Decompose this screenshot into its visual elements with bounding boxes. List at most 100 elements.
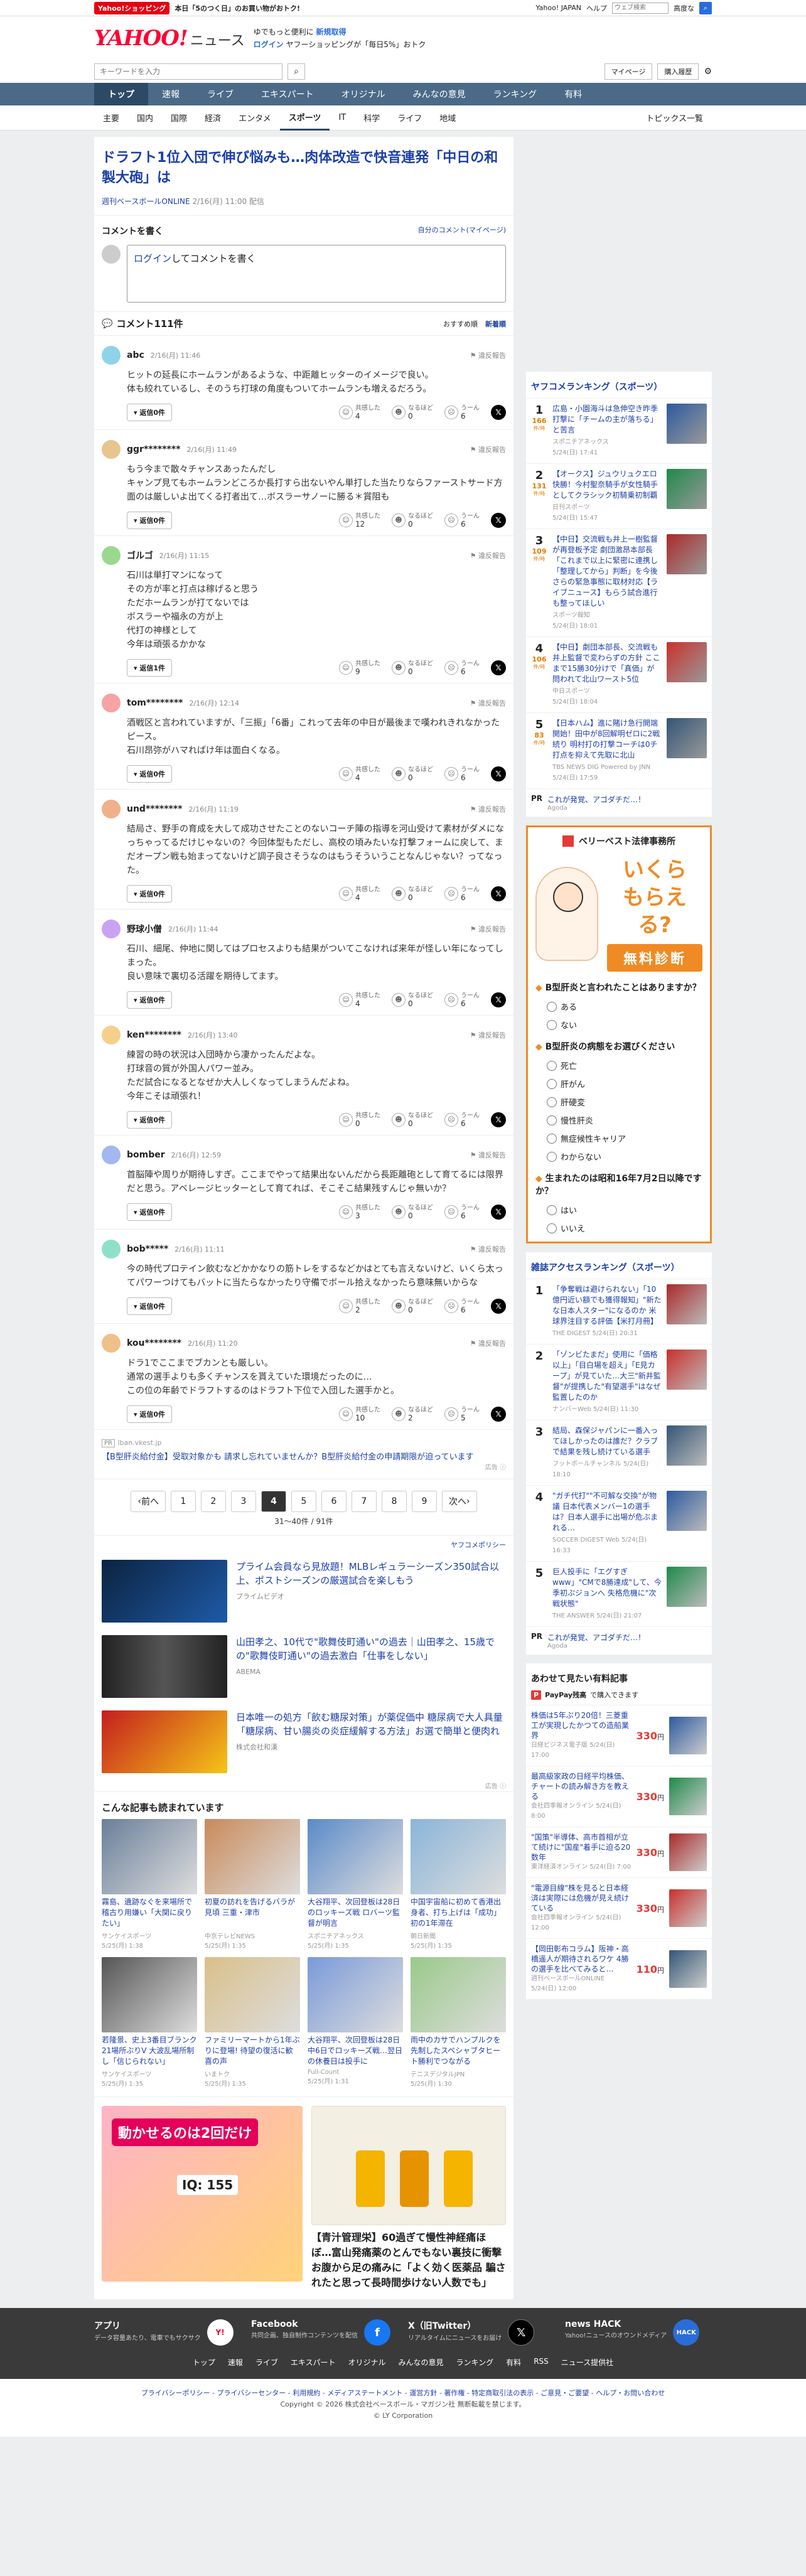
article-title[interactable]: 大谷翔平、次回登板は28日 中6日でロッキーズ戦…翌日の休養日は投手に — [308, 2035, 403, 2068]
ranking-item[interactable]: 3 109 件/時 【中日】交流戦も井上一樹監督が再登板予定 劇団激昂本部長「これまで… — [526, 529, 712, 636]
page-button[interactable]: 5 — [291, 1491, 316, 1512]
advanced-search-link[interactable]: 高度な — [674, 3, 694, 13]
radio-circle[interactable] — [547, 1097, 557, 1107]
footer-link[interactable]: オリジナル — [348, 2357, 386, 2368]
paid-article[interactable]: 【岡田彰布コラム】阪神・高橋遥人が期待されるワケ 4勝の選手を比べてみると… 週刊… — [526, 1938, 712, 1999]
article-source[interactable]: 週刊ベースボールONLINE — [102, 197, 190, 206]
page-button[interactable]: 9 — [412, 1491, 437, 1512]
ranking-item[interactable]: 5 巨人投手に「エグすぎwww」"CMで8勝達成"して、今季初ぷジョンへ 失格危機… — [526, 1561, 712, 1626]
reply-count-button[interactable]: ▾ 返信0件 — [127, 1297, 173, 1315]
article-title[interactable]: 中国宇宙船に初めて香港出身者、打ち上げは「成功」 初の1年滞在 — [411, 1897, 506, 1929]
quiz-option-radio[interactable]: 無症候性キャリア — [547, 1132, 628, 1144]
reaction-button[interactable]: ☻ なるほど 0 — [392, 1299, 433, 1314]
reaction-button[interactable]: ☺ 共感した 3 — [339, 1205, 380, 1220]
ranking-item[interactable]: 2 131 件/時 【オークス】ジュウリュクエロ快勝！今村聖奈騎手が女性騎手としてクラ… — [526, 463, 712, 529]
quiz-option-radio[interactable]: ない — [547, 1019, 628, 1031]
inline-ad[interactable]: PR lban.vkest.jp 【B型肝炎給付金】受取対象かも 請求し忘れてい… — [94, 1430, 513, 1479]
radio-circle[interactable] — [547, 1205, 557, 1215]
reply-count-button[interactable]: ▾ 返信1件 — [127, 659, 173, 677]
x-share-icon[interactable]: 𝕏 — [491, 766, 506, 781]
page-button[interactable]: 3 — [231, 1491, 256, 1512]
category-tab[interactable]: ライフ — [389, 105, 431, 131]
reaction-button[interactable]: ☹ うーん 6 — [444, 1205, 480, 1220]
article-title[interactable]: 霧島、遺跡なぐを来場所で稽古り用嫌い「大関に戻りたい」 — [102, 1897, 197, 1929]
related-article[interactable]: 雨中のカサでハンプルクを先制したスペシャブタヒート勝利でつながる テニスデジタルJ… — [411, 1957, 506, 2088]
comment-user[interactable]: ken******** — [127, 1030, 181, 1040]
ad-text[interactable]: 【B型肝炎給付金】受取対象かも 請求し忘れていませんか？B型肝炎給付金の申請期限… — [102, 1450, 506, 1462]
ranking-title[interactable]: 「ゾンビたまだ」使用に「価格以上」「目白場を超え」「E見カープ」が見ていた…大三… — [552, 1350, 661, 1402]
report-link[interactable]: ⚑ 違反報告 — [470, 1150, 506, 1160]
reaction-button[interactable]: ☻ なるほど 0 — [392, 1112, 433, 1127]
footer-app-card[interactable]: アプリ データ容量あたり、電車でもサクサク Y! — [94, 2319, 239, 2346]
article-title[interactable]: 大谷翔平、次回登板は28日のロッキーズ戦 ロバーツ監督が明言 — [308, 1897, 403, 1929]
comment-user[interactable]: kou******** — [127, 1338, 181, 1348]
category-tab[interactable]: 地域 — [431, 105, 465, 131]
footer-link[interactable]: みんなの意見 — [399, 2357, 444, 2368]
footer-link[interactable]: 有料 — [506, 2357, 521, 2368]
page-button[interactable]: 1 — [171, 1491, 196, 1512]
web-search-button[interactable]: ⌕ — [699, 1, 712, 14]
comment-user[interactable]: abc — [127, 350, 144, 360]
info-icon[interactable]: ⓘ — [500, 1783, 506, 1790]
ranking-item[interactable]: 2 「ゾンビたまだ」使用に「価格以上」「目白場を超え」「E見カープ」が見ていた…大… — [526, 1344, 712, 1420]
quiz-option-radio[interactable]: 肝がん — [547, 1078, 628, 1090]
quiz-option-radio[interactable]: わからない — [547, 1151, 628, 1162]
reaction-button[interactable]: ☹ うーん 6 — [444, 766, 480, 781]
report-link[interactable]: ⚑ 違反報告 — [470, 350, 506, 360]
page-button[interactable]: 8 — [382, 1491, 407, 1512]
ranking-title[interactable]: 広島・小園海斗は急伸空き昨季打撃に「チームの主が落ちる」と苦言 — [552, 404, 658, 434]
footer-link[interactable]: ニュース提供社 — [561, 2357, 613, 2368]
gnav-item[interactable]: ライブ — [193, 83, 247, 105]
ranking-title[interactable]: "ガチ代打""不可解な交換"が物議 日本代表メンバー1の選手は？日本人選手に出場… — [552, 1491, 658, 1532]
x-share-icon[interactable]: 𝕏 — [491, 1299, 506, 1314]
reaction-button[interactable]: ☹ うーん 6 — [444, 660, 480, 675]
report-link[interactable]: ⚑ 違反報告 — [470, 1338, 506, 1348]
reaction-button[interactable]: ☹ うーん 6 — [444, 1112, 480, 1127]
radio-circle[interactable] — [547, 1151, 557, 1162]
reaction-button[interactable]: ☻ なるほど 0 — [392, 513, 433, 528]
reply-count-button[interactable]: ▾ 返信0件 — [127, 991, 173, 1009]
report-link[interactable]: ⚑ 違反報告 — [470, 804, 506, 814]
reaction-button[interactable]: ☺ 共感した 9 — [339, 660, 380, 675]
article-title[interactable]: 初夏の訪れを告げるバラが見頃 三重・津市 — [205, 1897, 300, 1929]
gnav-item[interactable]: オリジナル — [328, 83, 399, 105]
related-article[interactable]: 大谷翔平、次回登板は28日のロッキーズ戦 ロバーツ監督が明言 スポニチアネックス 5… — [308, 1819, 403, 1950]
page-button[interactable]: 2 — [201, 1491, 226, 1512]
ranking-title[interactable]: 【中日】劇団本部長、交流戦も井上監督で変わらずの方針 ここまで15勝30分けで「… — [552, 643, 660, 684]
x-share-icon[interactable]: 𝕏 — [491, 513, 506, 528]
ranking-title[interactable]: 結局、森保ジャパンに一番入ってほしかったのは誰だ？クラブで結果を残し続けている選… — [552, 1426, 658, 1456]
gnav-item[interactable]: ランキング — [480, 83, 551, 105]
paid-article-title[interactable]: "電源目線"株を見ると日本経済は実際には危機が見え続けている — [531, 1884, 629, 1913]
report-link[interactable]: ⚑ 違反報告 — [470, 1030, 506, 1040]
sidebar-pr[interactable]: PR これが発覚、アゴダチだ…！ Agoda — [526, 1626, 712, 1655]
sort-recommended[interactable]: おすすめ順 — [443, 319, 478, 329]
reaction-button[interactable]: ☻ なるほど 0 — [392, 992, 433, 1007]
radio-circle[interactable] — [547, 1078, 557, 1089]
supplement-ad[interactable]: 【青汁管理栄】60過ぎて慢性神経痛ほぼ…富山発痛薬のとんでもない裏技に衝撃 お腹… — [311, 2106, 506, 2290]
category-tab-sports[interactable]: スポーツ — [279, 105, 330, 131]
article-title[interactable]: 若隆景、史上3番目ブランク21場所ぶりV 大波乱場所制し「信じられない」 — [102, 2035, 197, 2068]
gnav-item[interactable]: みんなの意見 — [399, 83, 480, 105]
quiz-option-radio[interactable]: 肝硬変 — [547, 1096, 628, 1108]
category-tab[interactable]: 国内 — [128, 105, 162, 131]
info-icon[interactable]: ⓘ — [500, 1464, 506, 1471]
quiz-option-radio[interactable]: 死亡 — [547, 1060, 628, 1071]
report-link[interactable]: ⚑ 違反報告 — [470, 444, 506, 454]
reaction-button[interactable]: ☹ うーん 6 — [444, 886, 480, 901]
ranking-item[interactable]: 4 "ガチ代打""不可解な交換"が物議 日本代表メンバー1の選手は？日本人選手に出… — [526, 1485, 712, 1561]
reaction-button[interactable]: ☹ うーん 5 — [444, 1407, 480, 1422]
paid-article[interactable]: 株価は5年ぶり20倍！三菱重工が実現したかつての造船業界 日経ビジネス電子版 5/… — [526, 1705, 712, 1766]
comment-user[interactable]: bob***** — [127, 1244, 168, 1254]
radio-circle[interactable] — [547, 1060, 557, 1071]
page-button-current[interactable]: 4 — [261, 1491, 286, 1512]
ranking-item[interactable]: 3 結局、森保ジャパンに一番入ってほしかったのは誰だ？クラブで結果を残し続けている… — [526, 1420, 712, 1485]
reaction-button[interactable]: ☻ なるほど 2 — [392, 1407, 433, 1422]
reaction-button[interactable]: ☹ うーん 6 — [444, 992, 480, 1007]
category-tab[interactable]: 科学 — [355, 105, 389, 131]
comment-login-box[interactable]: ログインしてコメントを書く — [127, 245, 506, 303]
reaction-button[interactable]: ☺ 共感した 0 — [339, 1112, 380, 1127]
reaction-button[interactable]: ☺ 共感した 12 — [339, 513, 380, 528]
yahoo-news-logo[interactable]: YAHOO! ニュース — [94, 26, 245, 51]
article-title[interactable]: ファミリーマートから1年ぶりに登場! 待望の復活に歓喜の声 — [205, 2035, 300, 2068]
ranking-title[interactable]: 【中日】交流戦も井上一樹監督が再登板予定 劇団激昂本部長「これまで以上に緊密に連… — [552, 535, 658, 608]
